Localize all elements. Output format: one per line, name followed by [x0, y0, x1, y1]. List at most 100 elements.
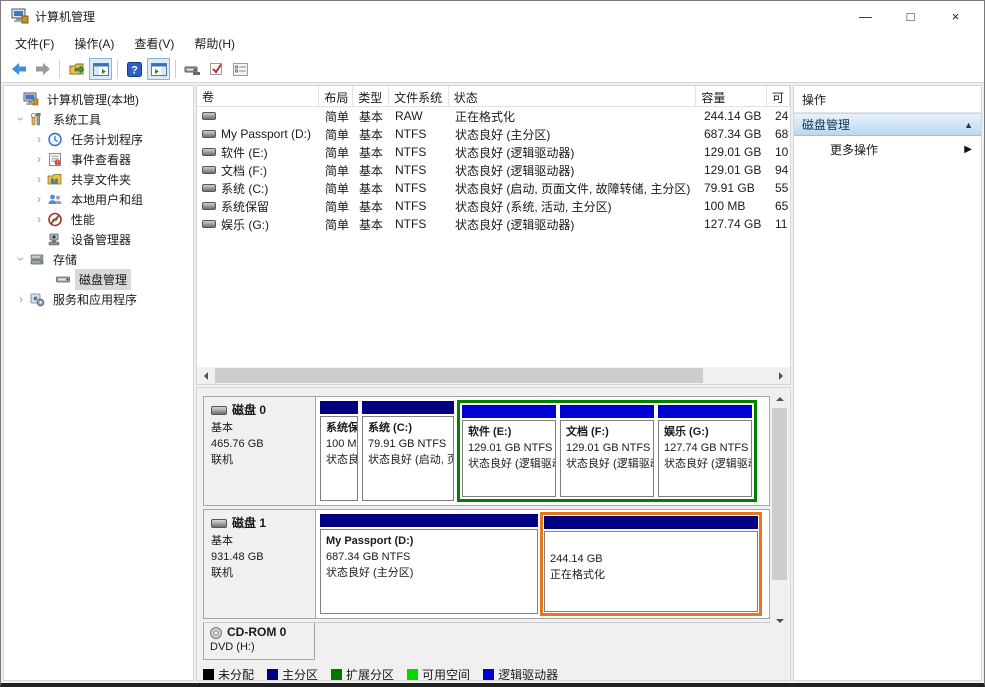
scrollbar-thumb[interactable] [772, 408, 787, 580]
maximize-button[interactable]: □ [888, 2, 933, 30]
sidebar-item-disk-management[interactable]: 磁盘管理 [4, 269, 193, 289]
scroll-down-icon[interactable] [771, 613, 788, 630]
primary-partition-color-bar [544, 516, 758, 529]
primary-partition-color-bar [320, 514, 538, 527]
sidebar-item-computer-management[interactable]: 计算机管理(本地) [4, 89, 193, 109]
partition-system-reserved[interactable]: 系统保留 100 MB NTFS 状态良好 (系统, 活动, 主分区) [320, 401, 358, 501]
collapse-icon[interactable]: ▲ [964, 120, 973, 130]
sidebar-item-label: 存储 [49, 249, 81, 270]
close-button[interactable]: × [933, 2, 978, 30]
sidebar-item-task-scheduler[interactable]: 任务计划程序 [4, 129, 193, 149]
column-header-layout[interactable]: 布局 [319, 86, 353, 106]
toolbar: ? [1, 56, 984, 83]
partition-system-c[interactable]: 系统 (C:) 79.91 GB NTFS 状态良好 (启动, 页面文件, 故障… [362, 401, 454, 501]
sidebar-item-label: 计算机管理(本地) [43, 89, 143, 110]
table-row[interactable]: 娱乐 (G:) 简单 基本 NTFS 状态良好 (逻辑驱动器) 127.74 G… [197, 215, 790, 233]
sidebar-item-label: 服务和应用程序 [49, 289, 141, 310]
more-actions-item[interactable]: 更多操作 ▶ [794, 136, 981, 163]
volume-icon [202, 220, 216, 228]
column-header-type[interactable]: 类型 [353, 86, 389, 106]
sidebar-item-label: 性能 [67, 209, 99, 230]
chevron-down-icon[interactable] [14, 252, 28, 266]
storage-icon [29, 252, 45, 267]
forward-arrow-icon[interactable] [31, 58, 54, 80]
scroll-left-icon[interactable] [197, 367, 214, 384]
disk-console-icon[interactable] [181, 58, 204, 80]
disk-0-label[interactable]: 磁盘 0 基本 465.76 GB 联机 [204, 397, 316, 505]
table-row[interactable]: 简单 基本 RAW 正在格式化 244.14 GB 24 [197, 107, 790, 125]
chevron-right-icon[interactable] [14, 292, 28, 306]
free-space-swatch [407, 669, 418, 680]
chevron-icon [40, 272, 54, 286]
export-list-icon[interactable] [65, 58, 88, 80]
sidebar-item-local-users-groups[interactable]: 本地用户和组 [4, 189, 193, 209]
sidebar-item-system-tools[interactable]: 系统工具 [4, 109, 193, 129]
table-row[interactable]: My Passport (D:) 简单 基本 NTFS 状态良好 (主分区) 6… [197, 125, 790, 143]
partition-documents-f[interactable]: 文档 (F:) 129.01 GB NTFS 状态良好 (逻辑驱动器) [560, 405, 654, 497]
action-pane: 操作 磁盘管理 ▲ 更多操作 ▶ [793, 85, 982, 681]
computer-icon [23, 92, 39, 107]
disk-management-action-group[interactable]: 磁盘管理 ▲ [794, 113, 981, 136]
partition-my-passport-d[interactable]: My Passport (D:) 687.34 GB NTFS 状态良好 (主分… [320, 514, 538, 614]
sidebar-item-shared-folders[interactable]: 共享文件夹 [4, 169, 193, 189]
chevron-down-icon[interactable] [14, 112, 28, 126]
device-manager-icon [47, 232, 63, 247]
table-row[interactable]: 软件 (E:) 简单 基本 NTFS 状态良好 (逻辑驱动器) 129.01 G… [197, 143, 790, 161]
performance-icon [47, 212, 63, 227]
chevron-right-icon[interactable] [32, 192, 46, 206]
column-header-free[interactable]: 可 [767, 86, 790, 106]
verify-disk-icon[interactable] [205, 58, 228, 80]
table-row[interactable]: 系统 (C:) 简单 基本 NTFS 状态良好 (启动, 页面文件, 故障转储,… [197, 179, 790, 197]
sidebar-item-performance[interactable]: 性能 [4, 209, 193, 229]
partition-formatting-selected[interactable]: 244.14 GB 正在格式化 [540, 512, 762, 616]
sidebar-item-services-applications[interactable]: 服务和应用程序 [4, 289, 193, 309]
disk-type: 基本 [211, 533, 308, 549]
menu-action[interactable]: 操作(A) [64, 31, 124, 56]
column-header-volume[interactable]: 卷 [197, 86, 319, 106]
menu-file[interactable]: 文件(F) [5, 31, 64, 56]
sidebar-item-label: 本地用户和组 [67, 189, 147, 210]
legend-unallocated: 未分配 [203, 666, 254, 681]
horizontal-scrollbar[interactable] [197, 367, 790, 384]
partition-entertainment-g[interactable]: 娱乐 (G:) 127.74 GB NTFS 状态良好 (逻辑驱动器) [658, 405, 752, 497]
column-header-filesystem[interactable]: 文件系统 [389, 86, 449, 106]
chevron-right-icon[interactable] [32, 132, 46, 146]
help-icon[interactable]: ? [123, 58, 146, 80]
scroll-right-icon[interactable] [773, 367, 790, 384]
logical-drive-swatch [483, 669, 494, 680]
partition-software-e[interactable]: 软件 (E:) 129.01 GB NTFS 状态良好 (逻辑驱动器) [462, 405, 556, 497]
back-arrow-icon[interactable] [7, 58, 30, 80]
volume-list-empty-space [197, 233, 790, 367]
disk-1-label[interactable]: 磁盘 1 基本 931.48 GB 联机 [204, 510, 316, 618]
scroll-up-icon[interactable] [771, 390, 788, 407]
volume-table-header: 卷 布局 类型 文件系统 状态 容量 可 [197, 86, 790, 107]
scrollbar-thumb[interactable] [215, 368, 703, 383]
computer-management-window: 计算机管理 — □ × 文件(F) 操作(A) 查看(V) 帮助(H) ? [0, 0, 985, 687]
sidebar-item-event-viewer[interactable]: ! 事件查看器 [4, 149, 193, 169]
task-scheduler-icon [47, 132, 63, 147]
column-header-capacity[interactable]: 容量 [696, 86, 767, 106]
show-action-pane-icon[interactable] [147, 58, 170, 80]
show-console-tree-icon[interactable] [89, 58, 112, 80]
volume-icon [202, 148, 216, 156]
vertical-scrollbar[interactable] [771, 390, 788, 630]
table-row[interactable]: 文档 (F:) 简单 基本 NTFS 状态良好 (逻辑驱动器) 129.01 G… [197, 161, 790, 179]
column-header-status[interactable]: 状态 [449, 86, 697, 106]
partition-legend: 未分配 主分区 扩展分区 可用空间 逻辑驱动器 [203, 666, 790, 681]
chevron-right-icon[interactable] [32, 172, 46, 186]
properties-list-icon[interactable] [229, 58, 252, 80]
menu-view[interactable]: 查看(V) [124, 31, 184, 56]
svg-text:?: ? [131, 64, 138, 76]
disk-management-icon [55, 272, 71, 287]
event-viewer-icon: ! [47, 152, 63, 167]
chevron-right-icon[interactable] [32, 152, 46, 166]
table-row[interactable]: 系统保留 简单 基本 NTFS 状态良好 (系统, 活动, 主分区) 100 M… [197, 197, 790, 215]
sidebar-item-storage[interactable]: 存储 [4, 249, 193, 269]
disk-graphical-view: 磁盘 0 基本 465.76 GB 联机 系统保留 100 MB NTFS 状态… [196, 387, 791, 681]
services-icon [29, 292, 45, 307]
menu-help[interactable]: 帮助(H) [184, 31, 245, 56]
sidebar-item-device-manager[interactable]: 设备管理器 [4, 229, 193, 249]
cdrom-label[interactable]: CD-ROM 0 DVD (H:) [203, 623, 315, 660]
chevron-right-icon[interactable] [32, 212, 46, 226]
minimize-button[interactable]: — [843, 2, 888, 30]
